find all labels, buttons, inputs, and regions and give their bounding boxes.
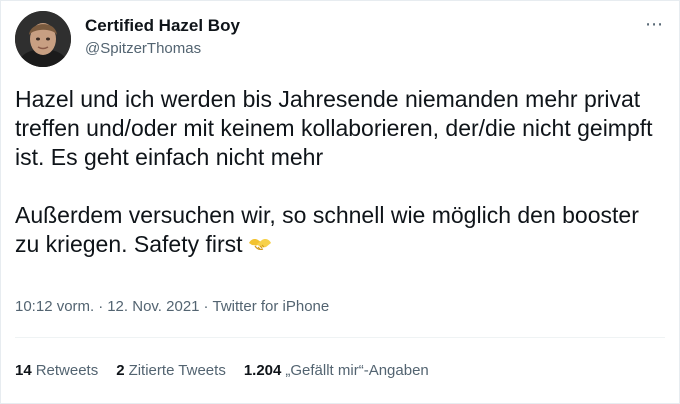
avatar[interactable] [15,11,71,67]
tweet-metadata: 10:12 vorm. · 12. Nov. 2021 · Twitter for iP… [15,297,329,317]
tweet-text: Hazel und ich werden bis Jahresende niem… [15,85,655,259]
tweet-time[interactable]: 10:12 vorm. [15,298,94,315]
likes-stat[interactable]: 1.204 „Gefällt mir“-Angaben [244,361,429,381]
tweet-paragraph-2-text: Außerdem versuchen wir, so schnell wie m… [15,202,639,257]
retweets-count: 14 [15,362,32,379]
more-options-icon[interactable]: ⋯ [643,15,665,33]
retweets-stat[interactable]: 14 Retweets [15,361,98,381]
tweet-stats: 14 Retweets 2 Zitierte Tweets 1.204 „Gefäll… [15,361,429,381]
meta-separator-1: · [98,298,104,315]
user-handle[interactable]: @SpitzerThomas [85,39,240,59]
tweet-paragraph-1: Hazel und ich werden bis Jahresende niem… [15,86,653,170]
tweet-date[interactable]: 12. Nov. 2021 [107,298,199,315]
handshake-emoji-icon [247,232,273,256]
meta-separator-2: · [203,298,209,315]
avatar-portrait-icon [15,11,71,67]
tweet-paragraph-2: Außerdem versuchen wir, so schnell wie m… [15,201,655,259]
divider [15,337,665,338]
tweet-author: Certified Hazel Boy @SpitzerThomas [85,15,240,59]
retweets-label: Retweets [35,362,99,379]
quote-tweets-label: Zitierte Tweets [128,362,226,379]
likes-label: „Gefällt mir“-Angaben [285,362,429,379]
likes-count: 1.204 [243,362,282,379]
tweet-source[interactable]: Twitter for iPhone [213,298,330,315]
quote-tweets-stat[interactable]: 2 Zitierte Tweets [116,361,226,381]
display-name[interactable]: Certified Hazel Boy [85,15,240,37]
quote-tweets-count: 2 [116,362,125,379]
tweet-card: Certified Hazel Boy @SpitzerThomas ⋯ Haz… [0,0,680,404]
